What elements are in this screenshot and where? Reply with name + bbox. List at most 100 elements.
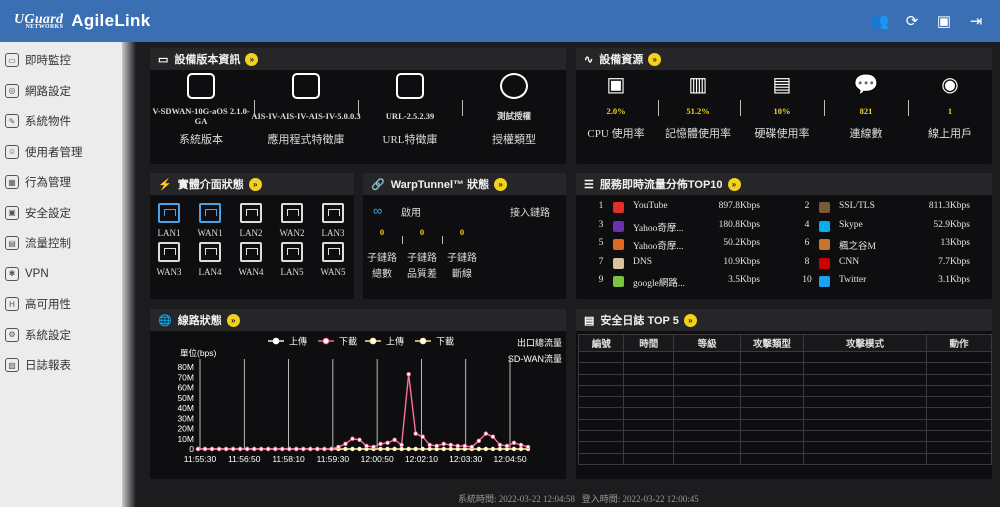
data-point[interactable] (357, 446, 362, 452)
data-point[interactable] (385, 446, 390, 452)
data-point[interactable] (448, 442, 453, 448)
data-point[interactable] (195, 446, 201, 452)
sidebar-item[interactable]: ▦ 行為管理 (0, 167, 122, 198)
data-point[interactable] (258, 446, 264, 452)
data-point[interactable] (244, 446, 250, 452)
logout-icon[interactable]: ⇥ (966, 11, 986, 31)
data-point[interactable] (427, 442, 432, 448)
data-point[interactable] (399, 446, 404, 452)
sidebar-item[interactable]: ▤ 流量控制 (0, 228, 122, 259)
port-lan4[interactable]: LAN4 (199, 242, 222, 277)
top10-row[interactable]: 6 楓之谷M 13Kbps (800, 238, 970, 252)
data-point[interactable] (216, 446, 222, 452)
top10-row[interactable]: 8 CNN 7.7Kbps (800, 257, 970, 271)
data-point[interactable] (441, 446, 446, 452)
more-icon[interactable]: » (226, 313, 240, 327)
data-point[interactable] (322, 446, 327, 452)
log-column-header[interactable]: 編號 (577, 334, 625, 352)
legend-marker[interactable] (369, 337, 377, 345)
port-lan5[interactable]: LAN5 (281, 242, 304, 277)
data-point[interactable] (406, 371, 411, 377)
data-point[interactable] (392, 437, 397, 442)
data-point[interactable] (308, 446, 313, 452)
legend-marker[interactable] (272, 337, 280, 345)
more-icon[interactable]: » (648, 52, 662, 66)
sidebar-item[interactable]: ▭ 即時監控 (0, 45, 122, 76)
data-point[interactable] (343, 446, 348, 452)
data-point[interactable] (266, 446, 271, 452)
data-point[interactable] (518, 446, 524, 452)
data-point[interactable] (462, 443, 468, 449)
data-point[interactable] (350, 436, 355, 441)
data-point[interactable] (490, 446, 496, 452)
data-point[interactable] (230, 446, 236, 452)
port-wan1[interactable]: WAN1 (198, 203, 223, 238)
data-point[interactable] (483, 431, 489, 436)
data-point[interactable] (413, 431, 418, 436)
top10-row[interactable]: 4 Skype 52.9Kbps (800, 220, 970, 234)
sidebar-item[interactable]: ⚙ 系統設定 (0, 320, 122, 351)
log-column-header[interactable]: 攻擊類型 (740, 334, 804, 352)
data-point[interactable] (420, 434, 425, 439)
data-point[interactable] (209, 446, 215, 452)
data-point[interactable] (378, 441, 383, 447)
user-settings-icon[interactable]: 👥 (870, 11, 890, 31)
data-point[interactable] (427, 446, 432, 452)
sidebar-item[interactable]: ☺ 使用者管理 (0, 137, 122, 168)
log-column-header[interactable]: 動作 (926, 334, 992, 352)
data-point[interactable] (371, 444, 376, 450)
sidebar-item[interactable]: H 高可用性 (0, 289, 122, 320)
data-point[interactable] (497, 446, 503, 452)
top10-row[interactable]: 2 SSL/TLS 811.3Kbps (800, 201, 970, 215)
legend-marker[interactable] (419, 337, 427, 345)
data-point[interactable] (406, 446, 411, 452)
port-wan5[interactable]: WAN5 (321, 242, 346, 277)
sidebar-item[interactable]: ✎ 系統物件 (0, 106, 122, 137)
data-point[interactable] (483, 446, 489, 452)
data-point[interactable] (511, 440, 517, 446)
more-icon[interactable]: » (245, 52, 259, 66)
data-point[interactable] (273, 446, 278, 452)
top10-row[interactable]: 9 google網路... 3.5Kbps (594, 275, 760, 289)
data-point[interactable] (301, 446, 306, 452)
data-point[interactable] (434, 443, 439, 449)
top10-row[interactable]: 1 YouTube 897.8Kbps (594, 201, 760, 215)
sidebar-item[interactable]: ◎ 網路設定 (0, 76, 122, 107)
port-wan3[interactable]: WAN3 (157, 242, 182, 277)
data-point[interactable] (469, 444, 475, 450)
data-point[interactable] (385, 440, 390, 446)
data-point[interactable] (364, 443, 369, 449)
more-icon[interactable]: » (248, 177, 262, 191)
port-lan3[interactable]: LAN3 (322, 203, 345, 238)
data-point[interactable] (511, 446, 517, 452)
data-point[interactable] (329, 446, 334, 452)
top10-row[interactable]: 3 Yahoo奇摩... 180.8Kbps (594, 220, 760, 234)
data-point[interactable] (343, 441, 348, 447)
data-point[interactable] (497, 442, 503, 448)
data-point[interactable] (420, 446, 425, 452)
more-icon[interactable]: » (727, 177, 741, 191)
log-column-header[interactable]: 等級 (673, 334, 742, 352)
log-column-header[interactable]: 時間 (623, 334, 675, 352)
more-icon[interactable]: » (683, 313, 697, 327)
port-lan1[interactable]: LAN1 (158, 203, 181, 238)
sidebar-item[interactable]: ✱ VPN (0, 259, 122, 290)
data-point[interactable] (294, 446, 299, 452)
data-point[interactable] (357, 437, 362, 442)
data-point[interactable] (251, 446, 257, 452)
data-point[interactable] (525, 444, 531, 450)
top10-row[interactable]: 7 DNS 10.9Kbps (594, 257, 760, 271)
data-point[interactable] (378, 446, 383, 452)
brand-logo[interactable]: UGuard NETWORKS AgileLink (14, 11, 150, 31)
data-point[interactable] (315, 446, 320, 452)
log-column-header[interactable]: 攻擊模式 (802, 334, 928, 352)
data-point[interactable] (518, 442, 524, 448)
port-wan4[interactable]: WAN4 (239, 242, 264, 277)
data-point[interactable] (350, 446, 355, 452)
data-point[interactable] (490, 434, 496, 439)
sidebar-item[interactable]: ▣ 安全設定 (0, 198, 122, 229)
data-point[interactable] (202, 446, 208, 452)
data-point[interactable] (280, 446, 285, 452)
data-point[interactable] (287, 446, 292, 452)
data-point[interactable] (413, 446, 418, 452)
